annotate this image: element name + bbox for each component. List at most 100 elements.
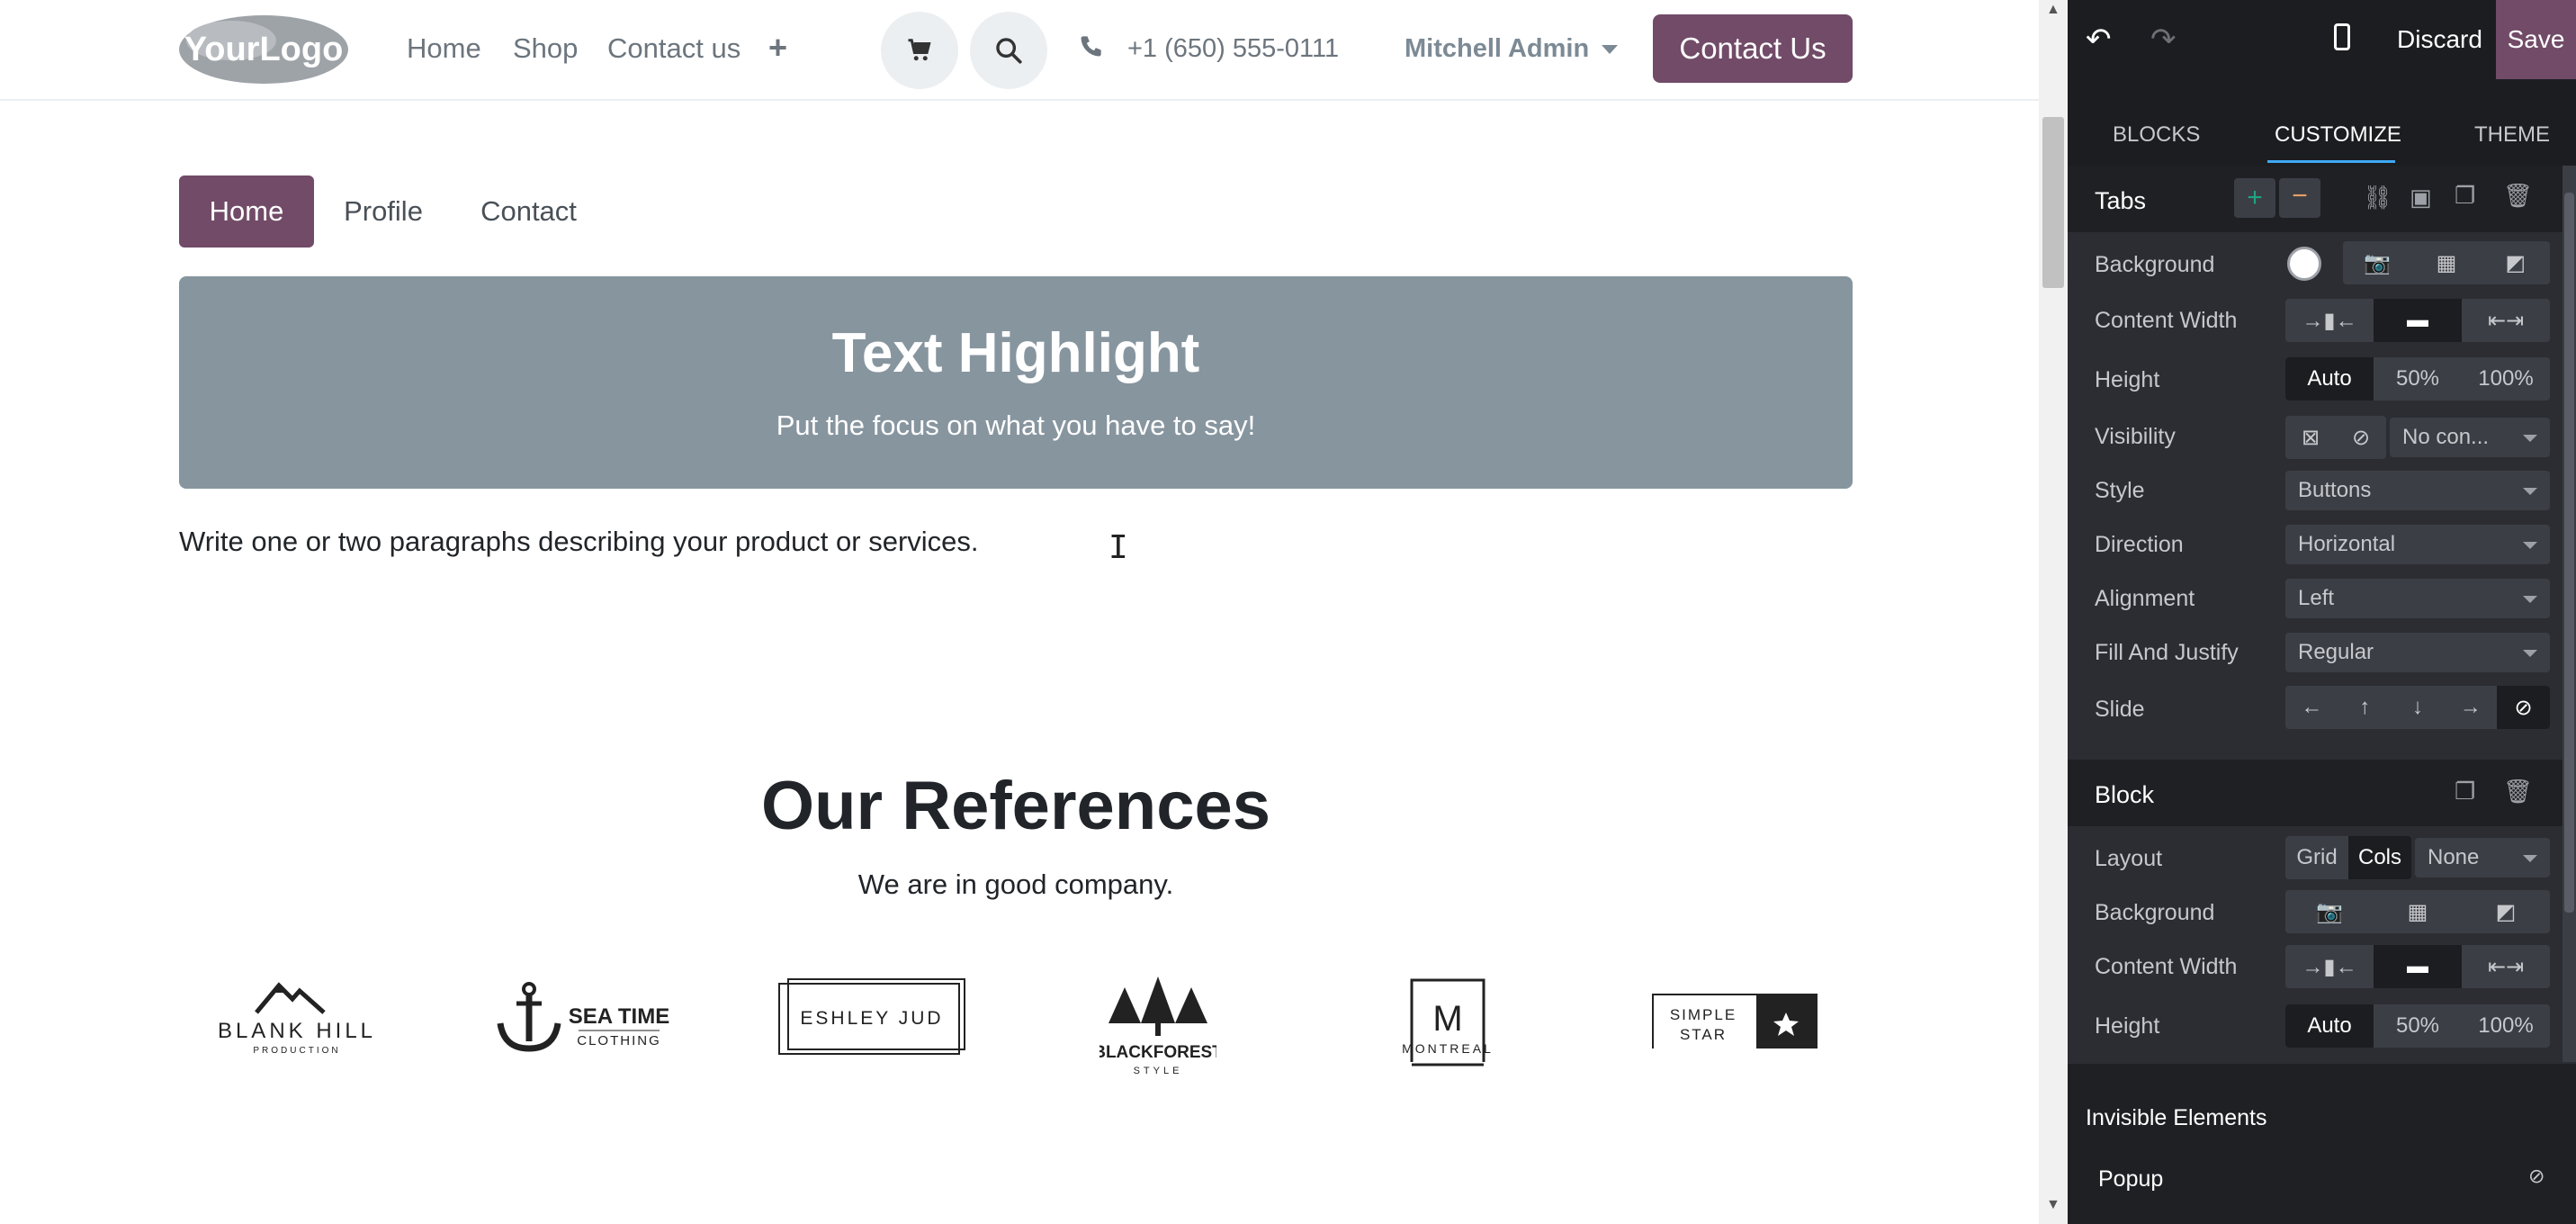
save-button[interactable]: Save	[2496, 0, 2576, 79]
chevron-down-icon	[2523, 542, 2537, 549]
mobile-preview-icon[interactable]	[2334, 23, 2350, 50]
tab-customize[interactable]: CUSTOMIZE	[2275, 122, 2401, 148]
slide-left-icon[interactable]: ←	[2285, 686, 2338, 729]
fill-justify-select[interactable]: Regular	[2285, 633, 2550, 672]
direction-select[interactable]: Horizontal	[2285, 525, 2550, 564]
eye-slash-icon[interactable]: ⊘	[2528, 1165, 2545, 1188]
panel-scrollbar[interactable]	[2563, 166, 2576, 1062]
slide-options[interactable]: ← ↑ ↓ → ⊘	[2285, 686, 2550, 729]
remove-tab-icon[interactable]: −	[2279, 178, 2320, 218]
body-paragraph[interactable]: Write one or two paragraphs describing y…	[179, 526, 979, 558]
blank-hill-logo[interactable]: BLANK HILL PRODUCTION	[202, 976, 391, 1058]
layout-cols[interactable]: Cols	[2348, 836, 2411, 879]
cart-button[interactable]	[881, 12, 958, 89]
slide-down-icon[interactable]: ↓	[2392, 686, 2445, 729]
scroll-up-icon[interactable]: ▲	[2046, 2, 2060, 18]
image-icon[interactable]: 📷	[2285, 890, 2374, 933]
tab-profile[interactable]: Profile	[325, 176, 442, 248]
narrow-width-icon[interactable]: →▮←	[2285, 299, 2374, 342]
block-content-width-options[interactable]: →▮← ▬ ⇤⇥	[2285, 945, 2550, 988]
add-menu-item-icon[interactable]: +	[768, 29, 787, 67]
delete-icon[interactable]: 🗑	[2503, 778, 2533, 806]
add-tab-icon[interactable]: +	[2234, 178, 2275, 218]
page-scrollbar[interactable]: ▲ ▼	[2039, 0, 2068, 1224]
block-background-options[interactable]: 📷 ▦ ◩	[2285, 890, 2550, 933]
invisible-item-popup[interactable]: Popup	[2098, 1166, 2163, 1192]
regular-width-icon[interactable]: ▬	[2374, 299, 2462, 342]
save-block-icon[interactable]: ▣	[2410, 184, 2432, 212]
content-width-options[interactable]: →▮← ▬ ⇤⇥	[2285, 299, 2550, 342]
references-title[interactable]: Our References	[0, 767, 2032, 845]
link-icon[interactable]: ⛓	[2363, 184, 2392, 212]
text-highlight-block[interactable]: Text Highlight Put the focus on what you…	[179, 276, 1853, 489]
editor-topbar: ↶ ↷ Discard Save	[2068, 0, 2576, 79]
invisible-elements-title: Invisible Elements	[2086, 1105, 2267, 1130]
background-options[interactable]: 📷 ▦ ◩	[2343, 241, 2550, 284]
video-icon[interactable]: ▦	[2374, 890, 2462, 933]
color-picker-icon[interactable]	[2287, 247, 2321, 281]
search-button[interactable]	[970, 12, 1047, 89]
tab-contact[interactable]: Contact	[463, 176, 594, 248]
layout-grid[interactable]: Grid	[2285, 836, 2348, 879]
site-navbar: YourLogo Home Shop Contact us + +1 (650)…	[0, 0, 2039, 101]
full-width-icon[interactable]: ⇤⇥	[2462, 299, 2550, 342]
visibility-select[interactable]: No con...	[2390, 418, 2550, 457]
alignment-select[interactable]: Left	[2285, 579, 2550, 618]
sea-time-logo[interactable]: SEA TIME CLOTHING	[493, 976, 673, 1062]
height-100[interactable]: 100%	[2462, 357, 2550, 400]
height-auto[interactable]: Auto	[2285, 1004, 2374, 1048]
block-height-options[interactable]: Auto 50% 100%	[2285, 1004, 2550, 1048]
layout-options[interactable]: Grid Cols	[2285, 836, 2411, 879]
layout-cols-select[interactable]: None	[2415, 838, 2550, 878]
style-select[interactable]: Buttons	[2285, 471, 2550, 510]
site-logo[interactable]: YourLogo	[177, 14, 350, 86]
shape-icon[interactable]: ◩	[2481, 241, 2550, 284]
full-width-icon[interactable]: ⇤⇥	[2462, 945, 2550, 988]
undo-icon[interactable]: ↶	[2086, 22, 2112, 58]
slide-none-icon[interactable]: ⊘	[2497, 686, 2550, 729]
height-auto[interactable]: Auto	[2285, 357, 2374, 400]
montreal-logo[interactable]: M MONTREAL	[1399, 976, 1494, 1071]
discard-button[interactable]: Discard	[2397, 25, 2482, 54]
phone-icon	[1081, 36, 1101, 57]
eshley-jud-logo[interactable]: ESHLEY JUD	[777, 976, 966, 1058]
phone-number[interactable]: +1 (650) 555-0111	[1127, 34, 1339, 64]
references-subtitle[interactable]: We are in good company.	[0, 868, 2032, 901]
regular-width-icon[interactable]: ▬	[2374, 945, 2462, 988]
nav-home[interactable]: Home	[407, 32, 481, 65]
height-50[interactable]: 50%	[2374, 357, 2462, 400]
image-icon[interactable]: 📷	[2343, 241, 2412, 284]
chevron-down-icon	[2523, 596, 2537, 603]
direction-label: Direction	[2095, 532, 2184, 557]
delete-icon[interactable]: 🗑	[2503, 182, 2533, 210]
narrow-width-icon[interactable]: →▮←	[2285, 945, 2374, 988]
blackforest-logo[interactable]: BLACKFOREST STYLE	[1100, 976, 1216, 1080]
tab-blocks[interactable]: BLOCKS	[2113, 122, 2200, 148]
user-menu[interactable]: Mitchell Admin	[1405, 34, 1619, 64]
height-100[interactable]: 100%	[2462, 1004, 2550, 1048]
hide-mobile-icon[interactable]: ⊘	[2336, 416, 2386, 459]
block-section-title: Block	[2095, 781, 2155, 808]
scroll-down-icon[interactable]: ▼	[2046, 1197, 2060, 1213]
redo-icon[interactable]: ↷	[2150, 22, 2177, 58]
slide-right-icon[interactable]: →	[2444, 686, 2497, 729]
slide-up-icon[interactable]: ↑	[2338, 686, 2392, 729]
height-options[interactable]: Auto 50% 100%	[2285, 357, 2550, 400]
scrollbar-thumb[interactable]	[2042, 117, 2064, 288]
visibility-devices[interactable]: ⊠ ⊘	[2285, 416, 2386, 459]
nav-shop[interactable]: Shop	[513, 32, 578, 65]
visibility-value: No con...	[2402, 425, 2490, 449]
height-50[interactable]: 50%	[2374, 1004, 2462, 1048]
duplicate-icon[interactable]: ❐	[2455, 778, 2475, 806]
shape-icon[interactable]: ◩	[2462, 890, 2550, 933]
simple-star-logo[interactable]: SIMPLE STAR	[1651, 976, 1818, 1048]
tab-theme[interactable]: THEME	[2474, 122, 2550, 148]
video-icon[interactable]: ▦	[2412, 241, 2482, 284]
contact-us-button[interactable]: Contact Us	[1653, 14, 1853, 83]
block-height-label: Height	[2095, 1013, 2160, 1039]
nav-contact-us[interactable]: Contact us	[607, 32, 740, 65]
duplicate-icon[interactable]: ❐	[2455, 182, 2475, 210]
tab-home[interactable]: Home	[179, 176, 314, 248]
hide-desktop-icon[interactable]: ⊠	[2285, 416, 2336, 459]
panel-scrollbar-thumb[interactable]	[2564, 193, 2574, 913]
